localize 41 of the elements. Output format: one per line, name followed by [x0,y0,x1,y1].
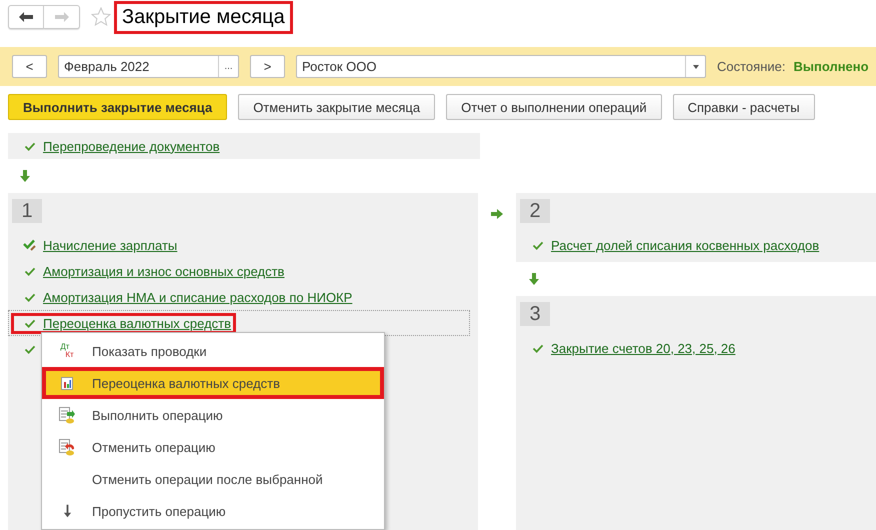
action-button[interactable]: Отменить закрытие месяца [238,94,436,120]
menu-item[interactable]: Пропустить операцию [42,495,384,527]
operation-link[interactable]: Амортизация НМА и списание расходов по НИОКР [43,290,352,304]
stage-number: 1 [12,199,42,223]
operation-link[interactable]: Переоценка валютных средств [43,316,232,330]
arrow-right-icon [54,12,68,22]
action-button[interactable]: Справки - расчеты [672,94,815,120]
document-arrow-icon [59,406,75,424]
menu-item[interactable]: Выполнить операцию [42,399,384,431]
page-title: Закрытие месяца [114,0,293,34]
document-undo-icon [59,438,75,456]
operation-link[interactable]: Начисление зарплаты [43,238,178,252]
previous-period-button[interactable]: < [12,55,47,78]
next-period-button[interactable]: > [250,55,285,78]
state-label: Состояние: [717,59,786,74]
arrow-down-icon [62,504,72,518]
arrow-left-icon [19,12,33,22]
back-button[interactable] [8,5,44,29]
report-icon [61,376,73,390]
stage-number: 3 [520,302,550,326]
caret-icon [692,64,698,68]
menu-item[interactable]: Дт Кт Показать проводки [42,335,384,367]
operation-link[interactable]: Закрытие счетов 20, 23, 25, 26 [551,340,736,356]
menu-item[interactable]: Отменить операции после выбранной [42,463,384,495]
stage-number: 2 [520,199,550,223]
choose-button[interactable]: ... [218,56,238,77]
action-button[interactable]: Отчет о выполнении операций [446,94,662,120]
action-button[interactable]: Выполнить закрытие месяца [8,94,228,120]
period-field[interactable]: Февраль 2022 ... [58,55,239,78]
operation-link[interactable]: Амортизация и износ основных средств [43,264,284,278]
organization-field[interactable]: Росток ООО [296,55,706,78]
debit-credit-icon: Дт Кт [60,343,74,359]
arrow-right-icon [491,209,503,219]
arrow-down-icon [20,170,30,182]
star-icon[interactable] [91,7,111,27]
operation-link[interactable]: Расчет долей списания косвенных расходов [551,238,820,252]
operation-link[interactable]: Перепроведение документов [43,138,220,154]
menu-item[interactable]: Переоценка валютных средств [42,367,384,399]
menu-item[interactable]: Отменить операцию [42,431,384,463]
arrow-down-icon [529,273,539,285]
state-value: Выполнено [793,59,869,74]
